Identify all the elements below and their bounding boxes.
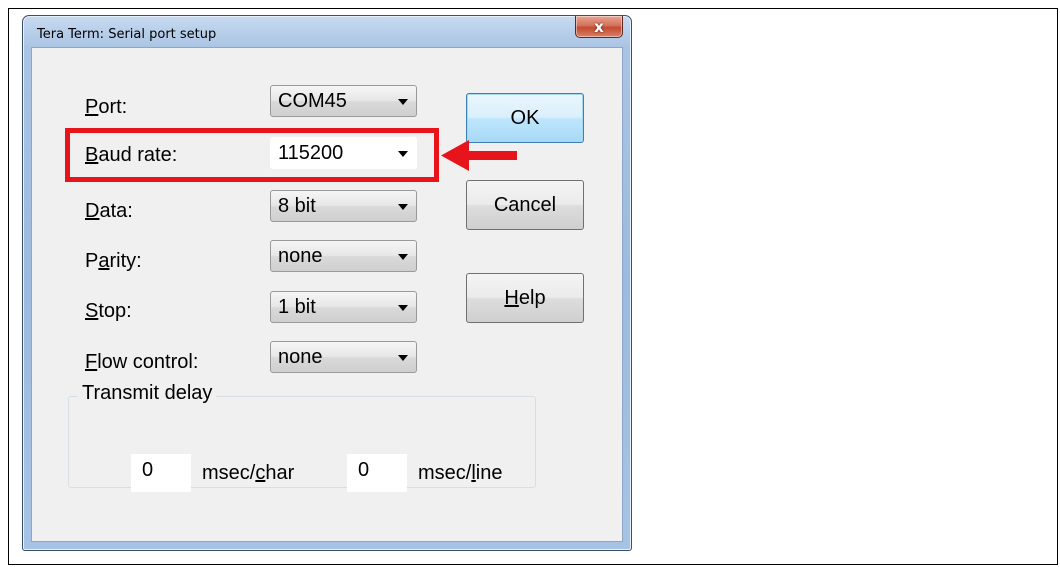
cancel-button[interactable]: Cancel bbox=[466, 180, 584, 230]
chevron-down-icon bbox=[398, 204, 408, 210]
data-bits-value: 8 bit bbox=[278, 195, 316, 217]
ok-button[interactable]: OK bbox=[466, 93, 584, 143]
help-button[interactable]: Help bbox=[466, 273, 584, 323]
parity-label: Parity: bbox=[85, 250, 142, 272]
flow-control-select[interactable]: none bbox=[270, 341, 417, 373]
port-value: COM45 bbox=[278, 90, 347, 112]
title-bar[interactable]: Tera Term: Serial port setup x bbox=[23, 16, 631, 46]
parity-select[interactable]: none bbox=[270, 240, 417, 272]
parity-value: none bbox=[278, 245, 323, 267]
msec-per-char-label: msec/char bbox=[202, 462, 295, 484]
flow-control-value: none bbox=[278, 346, 323, 368]
msec-per-char-input[interactable]: 0 bbox=[131, 454, 191, 492]
port-select[interactable]: COM45 bbox=[270, 85, 417, 117]
stop-label: Stop: bbox=[85, 300, 132, 322]
close-icon: x bbox=[594, 17, 604, 36]
chevron-down-icon bbox=[398, 99, 408, 105]
stop-bits-value: 1 bit bbox=[278, 296, 316, 318]
stop-bits-select[interactable]: 1 bit bbox=[270, 291, 417, 323]
transmit-delay-title: Transmit delay bbox=[78, 382, 217, 405]
chevron-down-icon bbox=[398, 254, 408, 260]
chevron-down-icon bbox=[398, 305, 408, 311]
port-label: Port: bbox=[85, 96, 128, 118]
window-title: Tera Term: Serial port setup bbox=[37, 27, 217, 42]
data-bits-select[interactable]: 8 bit bbox=[270, 190, 417, 222]
close-button[interactable]: x bbox=[575, 16, 623, 38]
data-label: Data: bbox=[85, 200, 133, 222]
msec-per-line-input[interactable]: 0 bbox=[347, 454, 407, 492]
msec-per-line-label: msec/line bbox=[418, 462, 503, 484]
baud-rate-highlight-box bbox=[65, 128, 439, 182]
chevron-down-icon bbox=[398, 355, 408, 361]
flow-control-label: Flow control: bbox=[85, 351, 199, 373]
red-arrow-icon bbox=[441, 140, 517, 171]
